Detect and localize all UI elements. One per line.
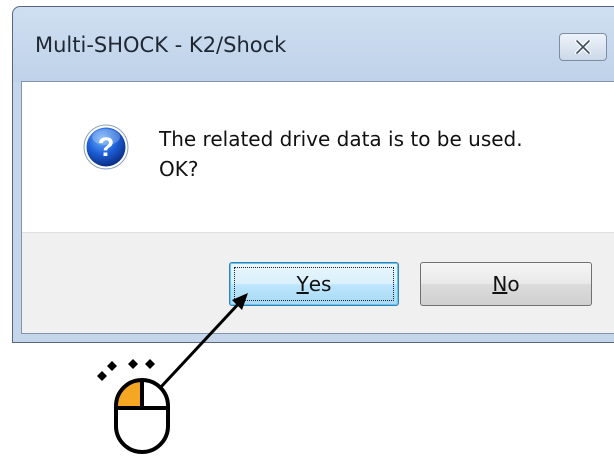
mouse-click-icon: [97, 359, 170, 454]
no-mnemonic: N: [492, 272, 508, 296]
no-button[interactable]: No: [420, 262, 592, 306]
no-label: o: [507, 272, 520, 296]
message-text: The related drive data is to be used. OK…: [159, 124, 523, 184]
close-button[interactable]: [559, 33, 607, 61]
close-icon: [575, 40, 591, 54]
window-title: Multi-SHOCK - K2/Shock: [35, 33, 287, 57]
yes-button[interactable]: Yes: [229, 262, 399, 306]
message-line-2: OK?: [159, 157, 199, 181]
button-bar: Yes No: [22, 232, 614, 333]
question-icon: ?: [83, 124, 129, 170]
message-area: ? The related drive data is to be used. …: [22, 82, 614, 232]
message-line-1: The related drive data is to be used.: [159, 127, 523, 151]
dialog-body: ? The related drive data is to be used. …: [21, 81, 614, 334]
message-dialog: Multi-SHOCK - K2/Shock ? The related dri…: [12, 6, 614, 343]
svg-text:?: ?: [98, 132, 115, 162]
focus-rectangle: [234, 267, 394, 301]
title-bar[interactable]: Multi-SHOCK - K2/Shock: [13, 7, 614, 82]
